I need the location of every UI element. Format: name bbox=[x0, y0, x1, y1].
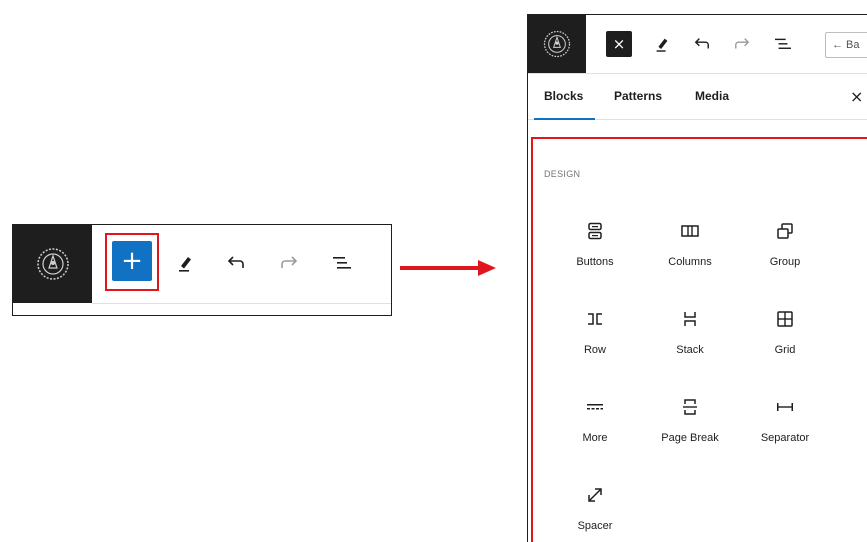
tab-blocks[interactable]: Blocks bbox=[533, 73, 596, 120]
tab-patterns[interactable]: Patterns bbox=[614, 73, 662, 119]
block-label: Buttons bbox=[576, 256, 614, 268]
block-group[interactable]: Group bbox=[735, 220, 835, 268]
spacer-icon bbox=[545, 484, 645, 506]
block-buttons[interactable]: Buttons bbox=[545, 220, 645, 268]
redo-icon[interactable] bbox=[276, 251, 302, 275]
editor-header: × ← Ba bbox=[528, 15, 867, 74]
block-inserter-panel: × ← Ba Blocks Patterns Media × DESIGN Bu… bbox=[527, 14, 867, 542]
block-label: Columns bbox=[668, 256, 712, 268]
block-label: Row bbox=[583, 344, 606, 356]
block-separator[interactable]: Separator bbox=[735, 396, 835, 444]
tab-media[interactable]: Media bbox=[695, 73, 729, 119]
undo-icon[interactable] bbox=[690, 32, 714, 56]
separator-icon bbox=[735, 396, 835, 418]
block-more[interactable]: More bbox=[545, 396, 645, 444]
block-label: Stack bbox=[676, 344, 704, 356]
close-panel-button[interactable]: × bbox=[850, 87, 863, 106]
list-view-icon[interactable] bbox=[771, 32, 795, 56]
toolbar-divider bbox=[92, 303, 391, 304]
site-logo-icon bbox=[36, 248, 69, 280]
close-icon: × bbox=[612, 35, 626, 53]
block-label: Page Break bbox=[661, 432, 719, 444]
redo-icon[interactable] bbox=[730, 32, 754, 56]
stack-icon bbox=[640, 308, 740, 330]
pointer-arrow bbox=[400, 260, 496, 276]
row-icon bbox=[545, 308, 645, 330]
more-icon bbox=[545, 396, 645, 418]
block-row[interactable]: Row bbox=[545, 308, 645, 356]
grid-icon bbox=[735, 308, 835, 330]
page-break-icon bbox=[640, 396, 740, 418]
pencil-icon[interactable] bbox=[173, 251, 197, 275]
list-view-icon[interactable] bbox=[329, 251, 355, 275]
pencil-icon[interactable] bbox=[650, 32, 674, 56]
buttons-icon bbox=[545, 220, 645, 242]
back-button[interactable]: ← Ba bbox=[825, 32, 867, 58]
block-label: Group bbox=[769, 256, 801, 268]
site-logo[interactable] bbox=[528, 15, 586, 73]
block-label: Separator bbox=[760, 432, 810, 444]
editor-toolbar-small: + bbox=[12, 224, 392, 316]
section-title-design: DESIGN bbox=[544, 169, 581, 179]
site-logo[interactable] bbox=[13, 225, 92, 303]
close-inserter-button[interactable]: × bbox=[606, 31, 632, 57]
plus-icon: + bbox=[121, 246, 143, 276]
block-spacer[interactable]: Spacer bbox=[545, 484, 645, 532]
columns-icon bbox=[640, 220, 740, 242]
block-grid[interactable]: Grid bbox=[735, 308, 835, 356]
block-label: More bbox=[582, 432, 608, 444]
add-block-button[interactable]: + bbox=[112, 241, 152, 281]
group-icon bbox=[735, 220, 835, 242]
undo-icon[interactable] bbox=[223, 251, 249, 275]
block-columns[interactable]: Columns bbox=[640, 220, 740, 268]
block-label: Spacer bbox=[577, 520, 613, 532]
block-label: Grid bbox=[774, 344, 796, 356]
block-page-break[interactable]: Page Break bbox=[640, 396, 740, 444]
site-logo-icon bbox=[543, 30, 571, 58]
block-stack[interactable]: Stack bbox=[640, 308, 740, 356]
inserter-tabs: Blocks Patterns Media bbox=[528, 73, 867, 120]
